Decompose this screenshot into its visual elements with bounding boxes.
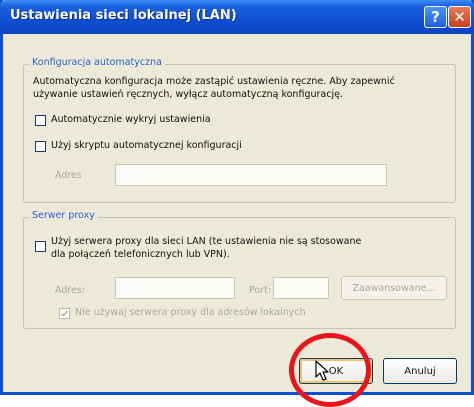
auto-config-description-line1: Automatyczna konfiguracja może zastąpić … (33, 76, 395, 87)
lan-settings-dialog: Ustawienia sieci lokalnej (LAN) ? ✕ Konf… (0, 0, 474, 407)
proxy-address-input[interactable] (115, 277, 235, 299)
proxy-port-input[interactable] (273, 277, 329, 299)
proxy-address-label: Adres: (55, 285, 86, 296)
cancel-button[interactable]: Anuluj (383, 358, 457, 384)
auto-script-checkbox[interactable] (35, 141, 46, 152)
auto-detect-checkbox[interactable] (35, 115, 46, 126)
advanced-label: Zaawansowane... (352, 282, 436, 294)
script-address-label: Adres (55, 170, 82, 181)
script-address-input[interactable] (115, 164, 387, 186)
close-icon: ✕ (453, 8, 466, 26)
mouse-pointer-icon (315, 360, 329, 381)
help-button[interactable]: ? (424, 6, 447, 28)
title-bar[interactable]: Ustawienia sieci lokalnej (LAN) ? ✕ (0, 0, 474, 34)
cancel-label: Anuluj (404, 365, 436, 377)
use-proxy-label-line1[interactable]: Użyj serwera proxy dla sieci LAN (te ust… (51, 236, 361, 248)
auto-config-legend: Konfiguracja automatyczna (29, 57, 165, 68)
ok-highlight-circle (289, 333, 371, 407)
use-proxy-label-line2[interactable]: dla połączeń telefonicznych lub VPN). (51, 249, 230, 261)
proxy-legend: Serwer proxy (29, 210, 98, 221)
proxy-port-label: Port: (249, 285, 272, 296)
checkmark-icon (61, 310, 69, 317)
advanced-button[interactable]: Zaawansowane... (341, 276, 447, 300)
window-title: Ustawienia sieci lokalnej (LAN) (10, 8, 237, 23)
help-icon: ? (431, 8, 440, 26)
bypass-local-label[interactable]: Nie używaj serwera proxy dla adresów lok… (75, 307, 306, 319)
auto-detect-label[interactable]: Automatycznie wykryj ustawienia (51, 114, 211, 126)
auto-script-label[interactable]: Użyj skryptu automatycznej konfiguracji (51, 140, 242, 152)
close-button[interactable]: ✕ (448, 6, 471, 28)
use-proxy-checkbox[interactable] (35, 241, 46, 252)
bypass-local-checkbox[interactable] (59, 308, 70, 319)
auto-config-description-line2: używanie ustawień ręcznych, wyłącz autom… (33, 89, 343, 100)
